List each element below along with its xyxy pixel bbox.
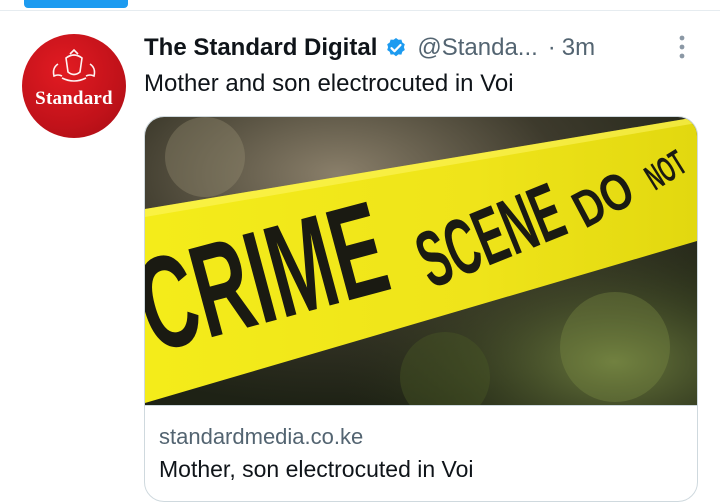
tweet-header: The Standard Digital @Standa... · 3m (144, 32, 595, 64)
timestamp[interactable]: 3m (562, 34, 595, 62)
card-meta[interactable]: standardmedia.co.ke Mother, son electroc… (145, 405, 697, 501)
card-image[interactable]: CRIME SCENE DO NOT (145, 117, 697, 405)
display-name[interactable]: The Standard Digital (144, 34, 377, 62)
top-divider (0, 10, 720, 11)
crime-scene-tape-photo: CRIME SCENE DO NOT (145, 117, 697, 405)
card-title: Mother, son electrocuted in Voi (159, 456, 474, 482)
avatar[interactable]: Standard (22, 34, 126, 138)
crest-icon (52, 48, 96, 82)
verified-badge-icon (387, 38, 406, 57)
tweet-text: Mother and son electrocuted in Voi (144, 70, 514, 97)
more-options-icon[interactable] (672, 34, 692, 60)
link-card[interactable]: CRIME SCENE DO NOT standardmedia.co.ke M… (144, 116, 698, 502)
tab-indicator (24, 0, 128, 8)
avatar-logo-text: Standard (35, 88, 113, 109)
user-handle[interactable]: @Standa... (417, 34, 537, 62)
separator-dot: · (547, 34, 556, 61)
card-domain: standardmedia.co.ke (159, 424, 364, 449)
